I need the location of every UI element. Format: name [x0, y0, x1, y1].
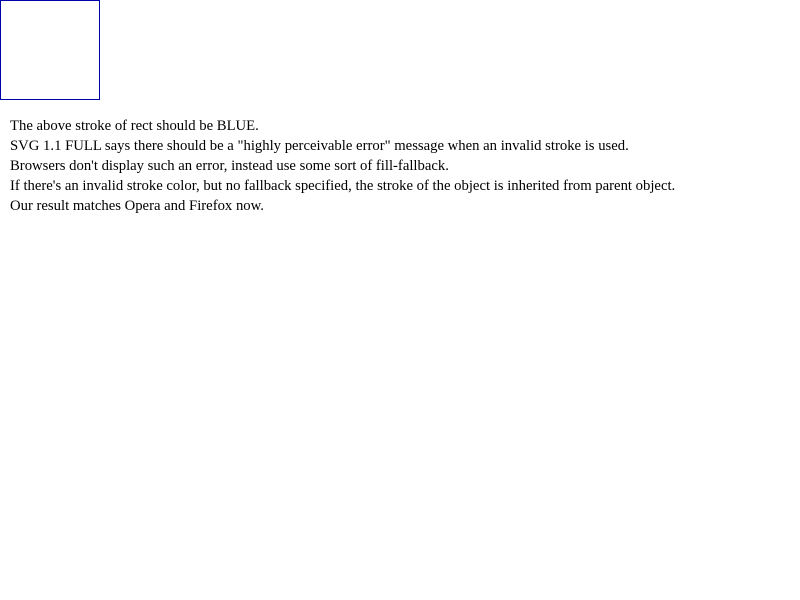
- test-rectangle: [0, 0, 100, 100]
- note-line: SVG 1.1 FULL says there should be a "hig…: [10, 138, 629, 154]
- note-line: Browsers don't display such an error, in…: [10, 158, 449, 174]
- note-line: Our result matches Opera and Firefox now…: [10, 198, 264, 214]
- note-line: The above stroke of rect should be BLUE.: [10, 118, 259, 134]
- note-line: If there's an invalid stroke color, but …: [10, 178, 676, 194]
- test-description: The above stroke of rect should be BLUE.…: [10, 116, 790, 216]
